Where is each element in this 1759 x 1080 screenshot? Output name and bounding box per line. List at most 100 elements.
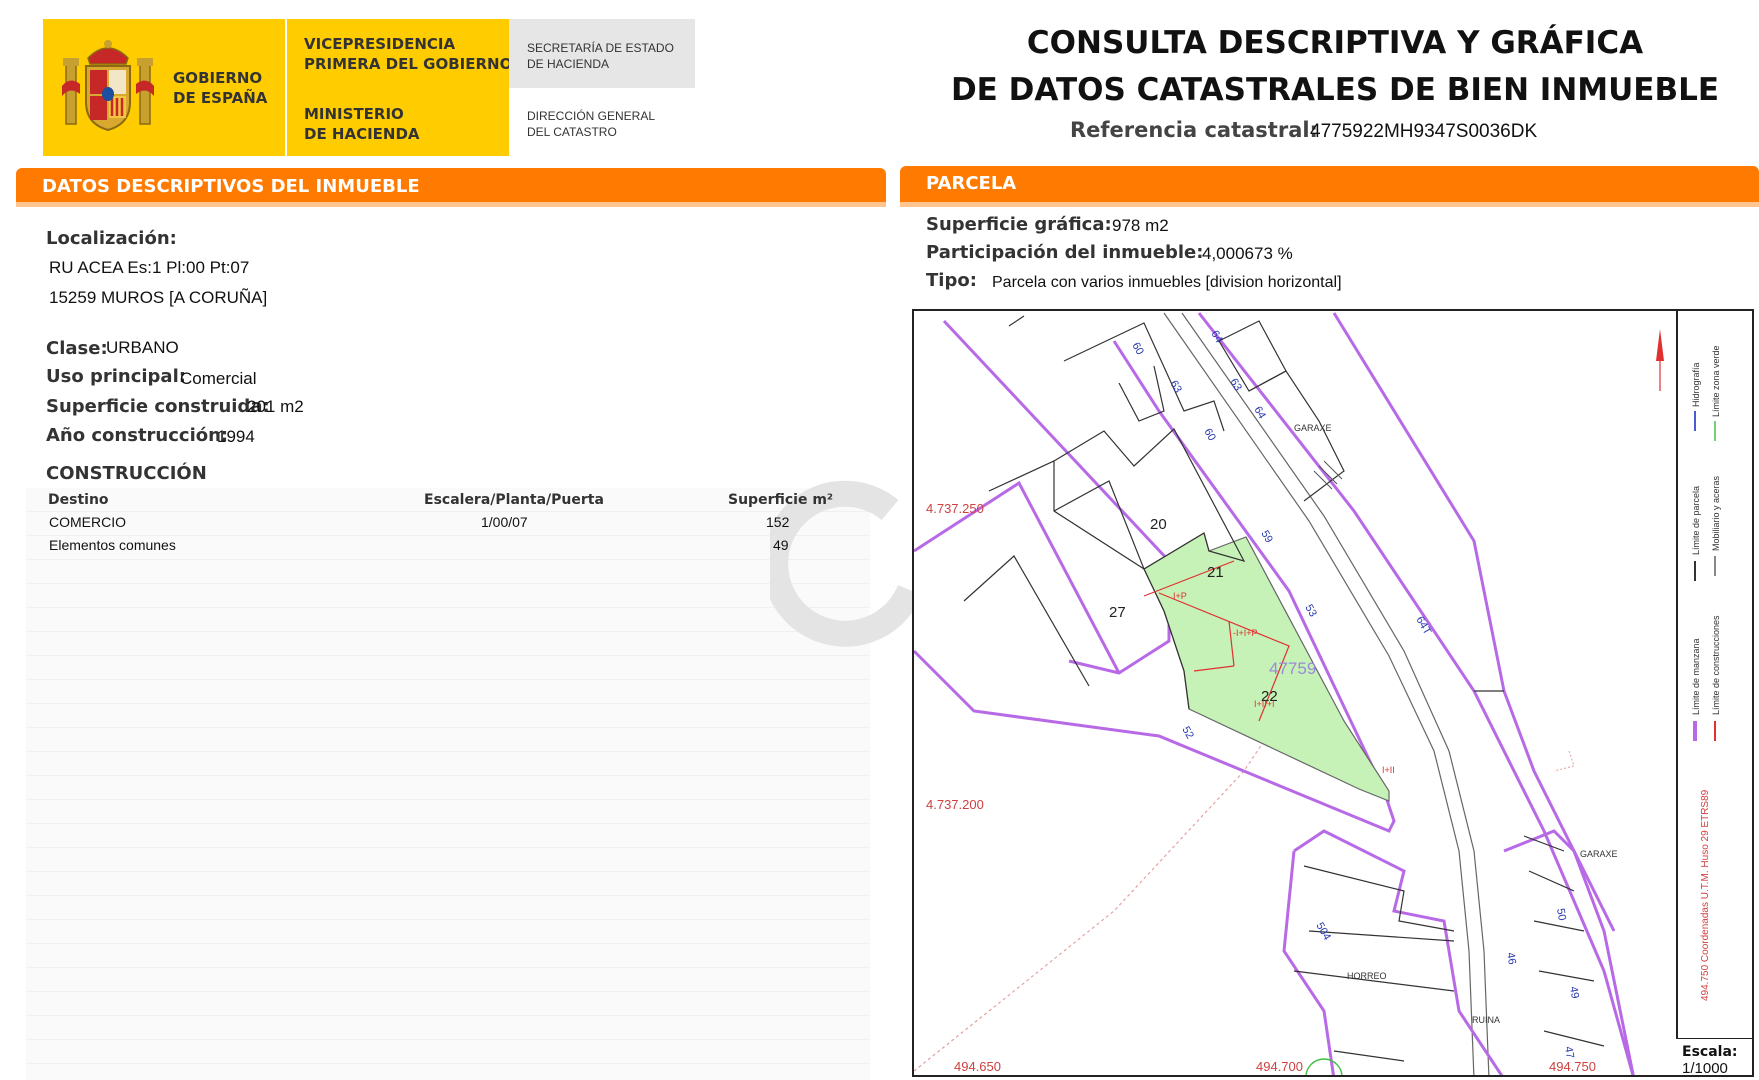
ano-label: Año construcción: xyxy=(46,425,229,446)
table-header-destino: Destino xyxy=(48,492,109,508)
table-cell-superficie: 152 xyxy=(766,514,790,530)
map-coord-y1: 4.737.250 xyxy=(926,501,984,516)
government-name-line1: GOBIERNO xyxy=(173,69,263,87)
map-floor-label: I+II xyxy=(1382,765,1395,775)
localizacion-line2: 15259 MUROS [A CORUÑA] xyxy=(49,288,268,307)
construccion-table xyxy=(26,488,870,1080)
map-green-circle xyxy=(1305,1058,1343,1075)
map-street-number: 50 xyxy=(1554,907,1568,921)
localizacion-label: Localización: xyxy=(46,228,177,249)
tipo-value: Parcela con varios inmuebles [division h… xyxy=(992,274,1342,291)
cadastral-map[interactable]: 4.737.250 4.737.200 494.650 494.700 494.… xyxy=(912,309,1754,1077)
localizacion-line1: RU ACEA Es:1 Pl:00 Pt:07 xyxy=(49,258,250,277)
map-floor-label: I+II+I xyxy=(1254,699,1275,709)
table-header-superficie: Superficie m² xyxy=(728,492,834,508)
escala-label: Escala: xyxy=(1682,1044,1738,1060)
table-cell-destino: Elementos comunes xyxy=(49,537,176,553)
legend-limite-construcciones: Límite de construcciones xyxy=(1711,615,1721,715)
map-street-number: 64T xyxy=(1413,615,1433,638)
superficie-grafica-label: Superficie gráfica: xyxy=(926,214,1112,235)
map-street-number: 53 xyxy=(1302,603,1319,620)
map-street-number: 64 xyxy=(1251,405,1268,422)
page-title-line2: DE DATOS CATASTRALES DE BIEN INMUEBLE xyxy=(950,72,1720,108)
table-cell-superficie: 49 xyxy=(773,537,789,553)
map-label-building: 21 xyxy=(1207,564,1224,581)
map-coord-x1: 494.650 xyxy=(954,1059,1001,1074)
map-place-label: GARAXE xyxy=(1294,423,1332,433)
superficie-grafica-value: 978 m2 xyxy=(1112,216,1169,235)
legend-coordinates-note: 494.750 Coordenadas U.T.M. Huso 29 ETRS8… xyxy=(1700,789,1711,1001)
map-street-number: 60 xyxy=(1201,427,1218,444)
legend-limite-zona-verde: Límite zona verde xyxy=(1711,345,1721,417)
map-street-number: 52 xyxy=(1179,725,1196,742)
logo-separator xyxy=(285,19,287,156)
participacion-label: Participación del inmueble: xyxy=(926,242,1204,263)
map-dotted-mark xyxy=(1553,750,1575,772)
map-street-number: 504 xyxy=(1313,921,1333,943)
legend-limite-manzana: Límite de manzana xyxy=(1691,638,1701,715)
map-floor-label: -I+I+P xyxy=(1233,628,1258,638)
secretaria-line1: SECRETARÍA DE ESTADO xyxy=(527,41,674,55)
map-parcel-highlight xyxy=(1143,532,1390,802)
section-bar-underline-left xyxy=(16,202,886,207)
legend-divider xyxy=(1676,311,1678,1038)
map-coord-x3: 494.750 xyxy=(1549,1059,1596,1074)
map-manzana-boundary xyxy=(1332,312,1616,932)
government-name: GOBIERNO DE ESPAÑA xyxy=(173,68,267,108)
participacion-value: 4,000673 % xyxy=(1202,244,1293,263)
map-floor-label: I+P xyxy=(1173,591,1187,601)
clase-label: Clase: xyxy=(46,338,108,359)
ministerio-line2: DE HACIENDA xyxy=(304,125,420,143)
direccion-line2: DEL CATASTRO xyxy=(527,125,617,139)
map-place-label: GARAXE xyxy=(1580,849,1618,859)
map-manzana-boundary xyxy=(1503,829,1635,1075)
map-building-outline xyxy=(1118,365,1165,422)
section-title-parcela: PARCELA xyxy=(900,166,1759,202)
map-street-number: 59 xyxy=(1258,529,1275,546)
section-title-descriptivos: DATOS DESCRIPTIVOS DEL INMUEBLE xyxy=(16,168,886,202)
map-drawing: 4.737.250 4.737.200 494.650 494.700 494.… xyxy=(914,312,1721,1075)
direccion-line1: DIRECCIÓN GENERAL xyxy=(527,109,656,123)
table-cell-escalera: 1/00/07 xyxy=(481,514,528,530)
map-building-outline xyxy=(963,555,1090,687)
section-bar-underline-right xyxy=(900,202,1759,207)
referencia-label: Referencia catastral: xyxy=(1070,118,1318,142)
legend-mobiliario: Mobiliario y aceras xyxy=(1711,475,1721,551)
map-place-label: RUINA xyxy=(1472,1015,1500,1025)
secretaria-line2: DE HACIENDA xyxy=(527,57,610,71)
north-arrow-icon xyxy=(1656,329,1664,361)
escala-divider xyxy=(1676,1038,1754,1039)
referencia-value: 4775922MH9347S0036DK xyxy=(1310,121,1538,142)
ano-value: 1994 xyxy=(217,427,255,446)
map-manzana-boundary xyxy=(1282,850,1335,1075)
superficie-value: 201 m2 xyxy=(247,397,304,416)
uso-value: Comercial xyxy=(180,369,257,388)
legend-limite-parcela: Límite de parcela xyxy=(1691,486,1701,555)
clase-value: URBANO xyxy=(106,338,179,357)
ministerio-label: MINISTERIO DE HACIENDA xyxy=(304,104,420,144)
construccion-title: CONSTRUCCIÓN xyxy=(46,463,207,484)
page-title-line1: CONSULTA DESCRIPTIVA Y GRÁFICA xyxy=(1026,25,1644,61)
vicepresidencia-line1: VICEPRESIDENCIA xyxy=(304,35,456,53)
page-title: CONSULTA DESCRIPTIVA Y GRÁFICA DE DATOS … xyxy=(930,20,1740,114)
map-building-outline xyxy=(1008,315,1025,327)
map-street-number: 47 xyxy=(1562,1045,1576,1059)
map-label-building: 20 xyxy=(1150,516,1167,533)
table-header-escalera: Escalera/Planta/Puerta xyxy=(424,492,604,508)
map-coord-x2: 494.700 xyxy=(1256,1059,1303,1074)
escala-value: 1/1000 xyxy=(1682,1060,1728,1077)
map-place-label: HORREO xyxy=(1347,971,1387,981)
uso-label: Uso principal: xyxy=(46,366,186,387)
map-parcel-ref: 47759 xyxy=(1269,659,1316,678)
map-coord-y2: 4.737.200 xyxy=(926,797,984,812)
government-name-line2: DE ESPAÑA xyxy=(173,89,268,107)
secretaria-label: SECRETARÍA DE ESTADO DE HACIENDA xyxy=(527,40,674,72)
direccion-label: DIRECCIÓN GENERAL DEL CATASTRO xyxy=(527,108,655,140)
map-building-outline xyxy=(1293,865,1455,1062)
ministerio-line1: MINISTERIO xyxy=(304,105,404,123)
coat-of-arms-icon xyxy=(62,40,154,132)
legend-hidrografia: Hidrografía xyxy=(1691,362,1701,407)
map-label-building: 27 xyxy=(1109,604,1126,621)
map-street-number: 60 xyxy=(1129,341,1146,358)
table-cell-destino: COMERCIO xyxy=(49,514,126,530)
